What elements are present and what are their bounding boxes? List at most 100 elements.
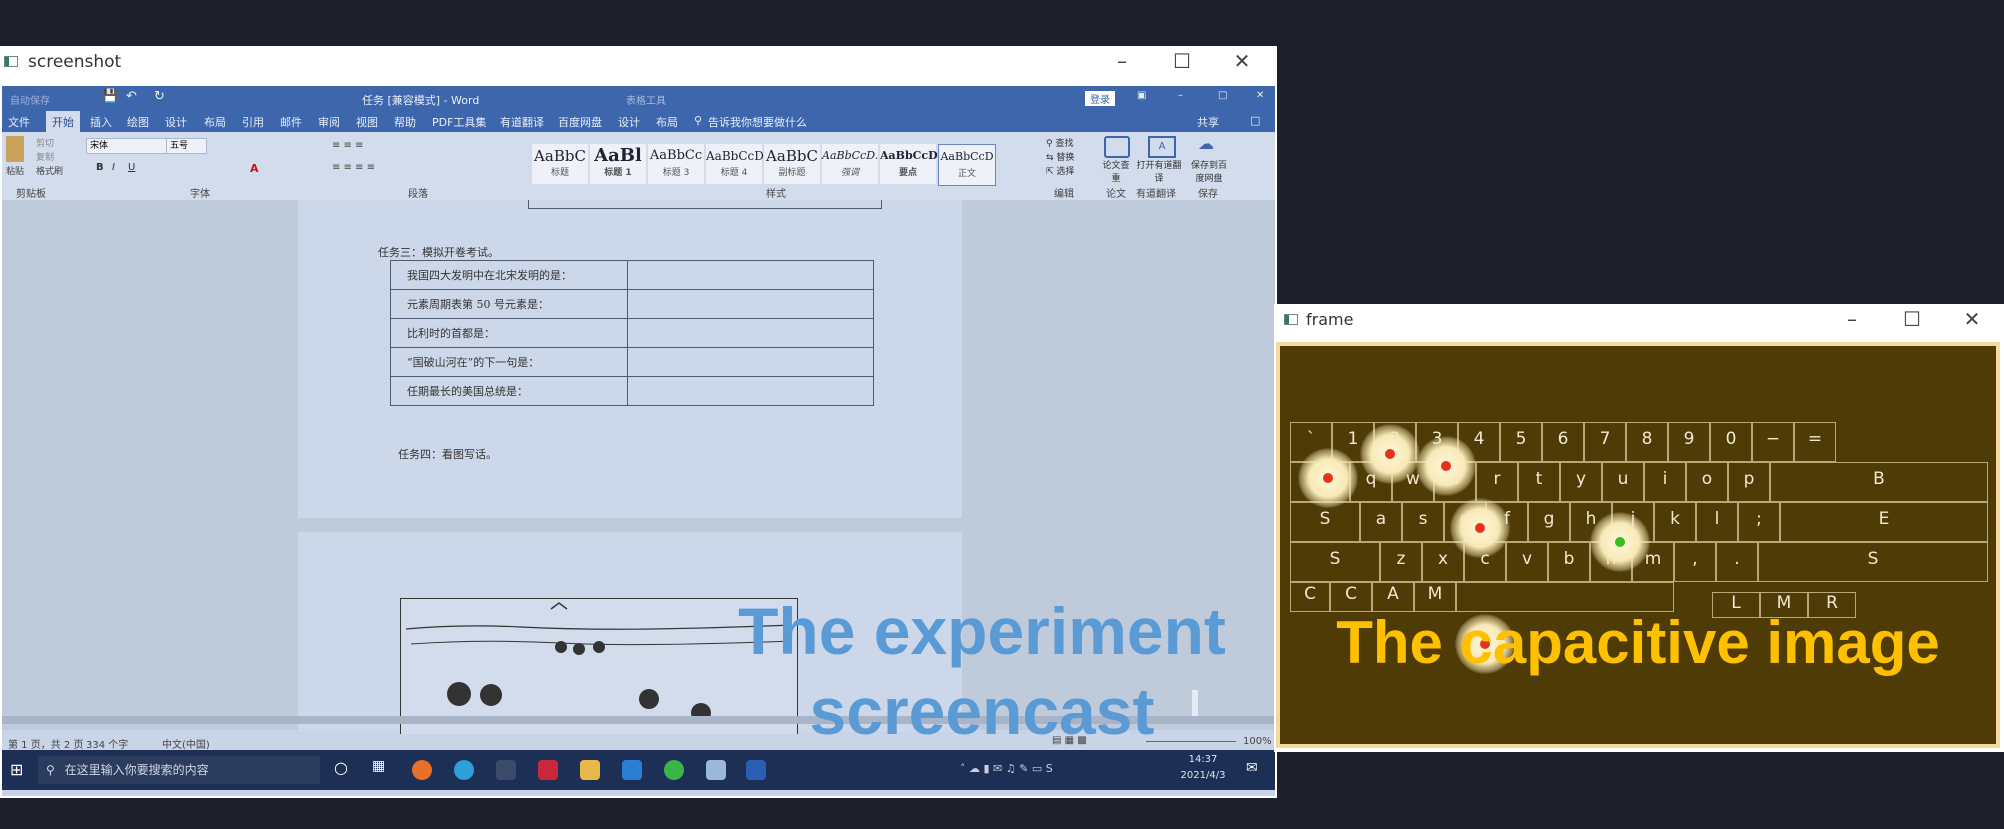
tab-pdf[interactable]: PDF工具集 bbox=[432, 114, 486, 130]
select-button[interactable]: ⇱ 选择 bbox=[1046, 164, 1074, 177]
style-normal[interactable]: AaBbCcD 正文 bbox=[938, 144, 996, 186]
tab-mailings[interactable]: 邮件 bbox=[280, 114, 302, 130]
tab-design[interactable]: 设计 bbox=[165, 114, 187, 130]
key-o: o bbox=[1686, 462, 1728, 502]
capacitive-image: `1234567890−=TqwertyuiopBSasdfghjkl;ESzx… bbox=[1276, 342, 2000, 748]
task-view-icon[interactable]: ▦ bbox=[372, 758, 385, 774]
thesis-check-icon[interactable] bbox=[1104, 136, 1130, 158]
screenshot-window: screenshot – ☐ ✕ 自动保存 💾 ↶ ↻ 任务 [兼容模式] - … bbox=[0, 46, 1277, 798]
replace-button[interactable]: ⇆ 替换 bbox=[1046, 150, 1074, 163]
touch-point-dot bbox=[1385, 449, 1395, 459]
minimize-icon[interactable]: – bbox=[1092, 46, 1152, 76]
close-icon[interactable]: ✕ bbox=[1212, 46, 1272, 76]
windows-start-icon[interactable]: ⊞ bbox=[10, 760, 23, 779]
language-indicator[interactable]: 中文(中国) bbox=[162, 736, 210, 751]
share-button[interactable]: 共享 bbox=[1197, 114, 1219, 130]
word-minimize-icon[interactable]: – bbox=[1178, 90, 1183, 101]
clock-date[interactable]: 2021/4/3 bbox=[1174, 770, 1232, 781]
key-g: g bbox=[1528, 502, 1570, 542]
page-1[interactable]: 任务三：模拟开卷考试。 我国四大发明中在北宋发明的是： 元素周期表第 50 号元… bbox=[298, 200, 962, 518]
file-explorer-icon[interactable] bbox=[580, 760, 600, 780]
tab-insert[interactable]: 插入 bbox=[90, 114, 112, 130]
task4-heading: 任务四：看图写话。 bbox=[398, 448, 497, 461]
close-icon[interactable]: ✕ bbox=[1942, 304, 2002, 334]
style-heading3[interactable]: AaBbCc 标题 3 bbox=[648, 144, 704, 184]
terminal-icon[interactable] bbox=[496, 760, 516, 780]
bullets-icon[interactable]: ≡ ≡ ≡ bbox=[332, 140, 364, 151]
underline-icon[interactable]: U bbox=[128, 162, 135, 173]
vscode-icon[interactable] bbox=[622, 760, 642, 780]
clipboard-group-label: 剪贴板 bbox=[16, 189, 46, 200]
touch-point-dot bbox=[1323, 473, 1333, 483]
style-subtitle[interactable]: AaBbC 副标题 bbox=[764, 144, 820, 184]
screenshot-titlebar[interactable]: screenshot – ☐ ✕ bbox=[0, 46, 1277, 76]
tab-baidu[interactable]: 百度网盘 bbox=[558, 114, 602, 130]
italic-icon[interactable]: I bbox=[112, 162, 115, 173]
tray-icons[interactable]: ˄ ☁ ▮ ✉ ♫ ✎ ▭ S bbox=[960, 762, 1053, 775]
comments-icon[interactable]: □ bbox=[1250, 114, 1260, 127]
maximize-icon[interactable]: ☐ bbox=[1152, 46, 1212, 76]
notes-icon[interactable] bbox=[706, 760, 726, 780]
touch-point-dot bbox=[1615, 537, 1625, 547]
login-button[interactable]: 登录 bbox=[1085, 91, 1115, 106]
thesis-check-button[interactable]: 论文查重 bbox=[1102, 158, 1130, 184]
tab-file[interactable]: 文件 bbox=[8, 114, 30, 130]
tab-youdao[interactable]: 有道翻译 bbox=[500, 114, 544, 130]
copy-button[interactable]: 复制 bbox=[36, 150, 54, 163]
key-p: p bbox=[1728, 462, 1770, 502]
redo-icon[interactable]: ↻ bbox=[154, 89, 165, 104]
tab-references[interactable]: 引用 bbox=[242, 114, 264, 130]
font-color-icon[interactable]: A bbox=[250, 162, 259, 175]
tab-table-design[interactable]: 设计 bbox=[618, 114, 640, 130]
style-title[interactable]: AaBbC 标题 bbox=[532, 144, 588, 184]
clock-time[interactable]: 14:37 bbox=[1178, 754, 1228, 765]
format-painter-button[interactable]: 格式刷 bbox=[36, 164, 63, 177]
style-heading1[interactable]: AaBl 标题 1 bbox=[590, 144, 646, 184]
font-name-select[interactable]: 宋体 bbox=[86, 138, 167, 154]
find-button[interactable]: ⚲ 查找 bbox=[1046, 136, 1073, 149]
font-size-select[interactable]: 五号 bbox=[166, 138, 207, 154]
word-close-icon[interactable]: ✕ bbox=[1256, 90, 1264, 101]
page-count: 第 1 页，共 2 页 bbox=[8, 740, 84, 751]
save-icon[interactable]: 💾 bbox=[102, 89, 118, 104]
tab-table-layout[interactable]: 布局 bbox=[656, 114, 678, 130]
tell-me-input[interactable]: 告诉我你想要做什么 bbox=[708, 114, 807, 130]
tab-home[interactable]: 开始 bbox=[46, 111, 80, 133]
youdao-icon[interactable]: A bbox=[1148, 136, 1176, 158]
notification-icon[interactable]: ✉ bbox=[1246, 760, 1258, 776]
undo-icon[interactable]: ↶ bbox=[126, 89, 137, 104]
style-emphasis[interactable]: AaBbCcD. 强调 bbox=[822, 144, 878, 184]
youdao-button[interactable]: 打开有道翻译 bbox=[1134, 158, 1184, 184]
minimize-icon[interactable]: – bbox=[1822, 304, 1882, 334]
taskbar-search[interactable]: ⚲ 在这里输入你要搜索的内容 bbox=[38, 756, 320, 784]
key-B: B bbox=[1770, 462, 1988, 502]
paste-icon[interactable] bbox=[6, 136, 24, 162]
youdao-app-icon[interactable] bbox=[538, 760, 558, 780]
tab-help[interactable]: 帮助 bbox=[394, 114, 416, 130]
tab-layout[interactable]: 布局 bbox=[204, 114, 226, 130]
cloud-icon[interactable]: ☁ bbox=[1198, 134, 1214, 153]
maximize-icon[interactable]: ☐ bbox=[1882, 304, 1942, 334]
ribbon-display-icon[interactable]: ▣ bbox=[1137, 90, 1146, 101]
bold-icon[interactable]: B bbox=[96, 162, 104, 173]
firefox-icon[interactable] bbox=[412, 760, 432, 780]
style-strong[interactable]: AaBbCcD 要点 bbox=[880, 144, 938, 184]
tab-draw[interactable]: 绘图 bbox=[127, 114, 149, 130]
align-icons[interactable]: ≡ ≡ ≡ ≡ bbox=[332, 162, 375, 173]
frame-titlebar[interactable]: frame – ☐ ✕ bbox=[1274, 304, 2004, 334]
edge-icon[interactable] bbox=[454, 760, 474, 780]
cut-button[interactable]: 剪切 bbox=[36, 136, 54, 149]
tab-view[interactable]: 视图 bbox=[356, 114, 378, 130]
table-row: 元素周期表第 50 号元素是： bbox=[390, 289, 874, 319]
wechat-icon[interactable] bbox=[664, 760, 684, 780]
touch-point-dot bbox=[1441, 461, 1451, 471]
baidu-save-button[interactable]: 保存到百度网盘 bbox=[1188, 158, 1230, 184]
search-placeholder: 在这里输入你要搜索的内容 bbox=[64, 763, 209, 777]
cortana-icon[interactable]: ○ bbox=[334, 758, 348, 777]
word-app-icon[interactable] bbox=[746, 760, 766, 780]
word-restore-icon[interactable]: □ bbox=[1218, 90, 1227, 101]
touch-point-dot bbox=[1475, 523, 1485, 533]
style-heading4[interactable]: AaBbCcD 标题 4 bbox=[706, 144, 764, 184]
tab-review[interactable]: 审阅 bbox=[318, 114, 340, 130]
key-8: 8 bbox=[1626, 422, 1668, 462]
